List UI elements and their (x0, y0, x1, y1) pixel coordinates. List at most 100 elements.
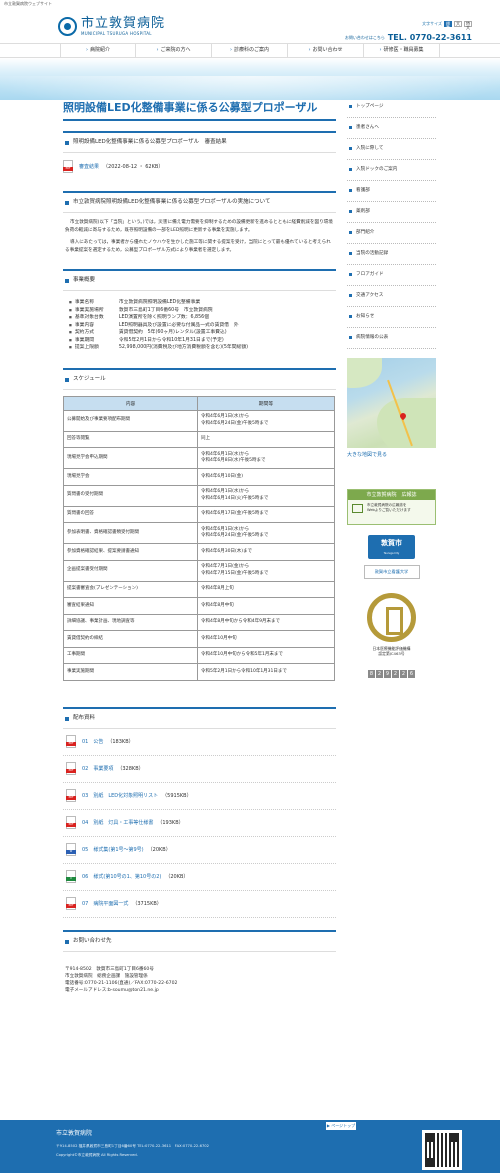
download-item: 07 病院平面図一式 （3715KB） (63, 891, 336, 918)
font-size-switcher: 文字サイズ 標準 大 特大 (422, 21, 472, 30)
download-link[interactable]: 03 別紙 LED化対象照明リスト (82, 792, 158, 799)
tsuruga-city-banner[interactable]: 敦賀市 Tsuruga City (368, 535, 415, 559)
schedule-period: 令和4年6月1日(水)から 令和4年6月8日(水)午後5時まで (197, 447, 335, 469)
sidebar-item[interactable]: 看護部 (347, 181, 436, 202)
map-land (377, 398, 436, 448)
overview-value: 敦賀市三島町1丁目6番60号 市立敦賀病院 (118, 307, 213, 313)
download-size: （5915KB） (162, 793, 192, 799)
schedule-content: 現場見学会申込期間 (63, 447, 198, 469)
kouhou-text: 市立敦賀病院の広報誌を Webよりご覧いただけます (367, 503, 411, 513)
counter-digit: 9 (384, 670, 391, 678)
sidebar-item[interactable]: お知らせ (347, 307, 436, 328)
schedule-period: 令和4年6月1日(水)から 令和4年6月24日(金)午後5時まで (197, 522, 335, 544)
overview-label: 事業実施場所 (74, 307, 104, 313)
result-file-row: 審査結果 （2022-08-12 ・ 62KB） (63, 153, 336, 179)
schedule-period: 令和5年2月1日から令和10年1月31日まで (197, 663, 335, 681)
download-link[interactable]: 01 公告 (82, 738, 103, 745)
sidebar-item[interactable]: 薬剤部 (347, 202, 436, 223)
table-row: 現場見学会申込期間 令和4年6月1日(水)から 令和4年6月8日(水)午後5時まで (63, 447, 335, 469)
schedule-content: 賃貸借契約の締結 (63, 630, 198, 648)
period-line: 令和4年6月30日(木)まで (201, 548, 252, 554)
period-line: 令和4年8月上旬 (201, 586, 234, 591)
access-map[interactable] (347, 358, 436, 448)
download-item: 05 様式集(第1号～第9号)（20KB） (63, 837, 336, 864)
period-line: 令和4年6月8日(水)午後5時まで (201, 458, 266, 463)
sidebar-menu: トップページ 患者さんへ 入院に際して 入院ドックのご案内 看護部 薬剤部 部門紹介 当院の活… (347, 97, 436, 349)
sidebar-item[interactable]: 部門紹介 (347, 223, 436, 244)
schedule-period: 令和4年8月上旬 (197, 580, 335, 598)
schedule-content: 回答等閲覧 (63, 430, 198, 448)
overview-label: 基準対象台数 (74, 315, 104, 320)
tel-number[interactable]: TEL. 0770-22-3611 (388, 33, 472, 42)
university-banner[interactable]: 敦賀市立看護大学 (363, 565, 420, 579)
sidebar-item[interactable]: フロアガイド (347, 265, 436, 286)
period-line: 同上 (201, 436, 210, 441)
nav-about[interactable]: 病院紹介 (60, 44, 136, 57)
site-name: 市立敦賀病院 (81, 16, 166, 31)
schedule-period: 令和4年6月17日(金)午後5時まで (197, 505, 335, 523)
jcqhc-text: 日本医療機能評価機構 認定第JC463号 (347, 646, 436, 656)
global-nav: 病院紹介 ご来院の方へ 診療科のご案内 お問い合わせ 研修医・職員募集 (0, 43, 500, 58)
sidebar-item[interactable]: 病院情報の公表 (347, 328, 436, 349)
contact-line: 電話番号:0770-21-1106(直通)／FAX:0770-22-6702 (65, 980, 178, 986)
overview-value: 賃貸借契約 5年(60ヶ月)レンタル(設置工事費込) (118, 330, 227, 335)
kouhou-banner[interactable]: 市立敦賀病院 広報誌 市立敦賀病院の広報誌を Webよりご覧いただけます (347, 489, 436, 525)
nav-departments[interactable]: 診療科のご案内 (212, 44, 288, 57)
period-line: 令和4年8月中旬 (201, 602, 234, 608)
sidebar-item[interactable]: 当院の活動記録 (347, 244, 436, 265)
download-size: （20KB） (147, 847, 171, 853)
schedule-period: 令和4年10月中旬から令和5年1月末まで (197, 646, 335, 664)
table-header: 内容 (63, 395, 198, 411)
table-row: 事業実施期間 令和5年2月1日から令和10年1月31日まで (63, 663, 335, 681)
period-line: 令和4年6月10日(金) (201, 473, 243, 479)
nav-visitors[interactable]: ご来院の方へ (136, 44, 212, 57)
pdf-icon (66, 789, 76, 802)
download-size: （193KB） (157, 820, 184, 826)
download-link[interactable]: 06 様式(第10号の1、第10号の2) (82, 873, 161, 880)
font-size-standard-button[interactable]: 標準 (444, 21, 452, 30)
result-section: 照明設備LED化整備事業に係る公募型プロポーザル 審査結果 審査結果 （2022… (63, 131, 336, 179)
download-link[interactable]: 04 別紙 灯具・工事等仕様書 (82, 819, 153, 826)
sidebar-item[interactable]: 患者さんへ (347, 118, 436, 139)
counter-digit: 2 (400, 670, 407, 678)
site-topline: 市立敦賀病院ウェブサイト (4, 1, 52, 6)
schedule-period: 令和4年6月1日(水)から 令和4年6月24日(金)午後5時まで (197, 409, 335, 432)
table-row: 詳細協議、事業計画、現地調査等 令和4年8月中旬から令和4年9月末まで (63, 613, 335, 631)
schedule-period: 令和4年6月1日(水)から 令和4年6月14日(火)午後5時まで (197, 484, 335, 507)
period-line: 令和4年6月14日(火)午後5時まで (201, 495, 269, 501)
period-line: 令和4年6月17日(金)午後5時まで (201, 511, 269, 516)
implement-section: 市立敦賀病院照明設備LED化整備事業に係る公募型プロポーザルの実施について 市立… (63, 191, 336, 259)
sidebar-item[interactable]: 入院ドックのご案内 (347, 160, 436, 181)
paragraph: 導入にあたっては，事業者から優れたノウハウを生かした施工等に関する提案を受け，当… (65, 240, 331, 253)
section-heading: 事業概要 (63, 269, 336, 291)
word-icon (66, 843, 76, 856)
download-list: 01 公告 （183KB） 02 事業要項 （328KB） 03 別紙 LED化対象照明… (63, 729, 336, 918)
download-link[interactable]: 07 病院平面図一式 (82, 900, 128, 907)
download-link[interactable]: 05 様式集(第1号～第9号) (82, 846, 144, 853)
download-link[interactable]: 02 事業要項 (82, 765, 113, 772)
site-logo[interactable]: 市立敦賀病院 MUNICIPAL TSURUGA HOSPITAL (58, 17, 165, 36)
overview-label: 提案上限額 (74, 345, 99, 350)
city-name: 敦賀市 (381, 539, 402, 547)
contact-line[interactable]: 電子メールアドレス:b-soumu@ton21.ne.jp (65, 987, 336, 994)
nav-recruit[interactable]: 研修医・職員募集 (364, 44, 440, 57)
schedule-period: 同上 (197, 430, 335, 448)
font-size-xlarge-button[interactable]: 特大 (464, 21, 472, 30)
sidebar-item[interactable]: 交通アクセス (347, 286, 436, 307)
sidebar-item[interactable]: トップページ (347, 97, 436, 118)
table-row: 参加資格確認結果、提案要請書通知 令和4年6月30日(木)まで (63, 543, 335, 561)
footer-address: 〒914-8502 福井県敦賀市三島町1丁目6番60号 TEL:0770-22-… (56, 1144, 209, 1148)
section-heading: 照明設備LED化整備事業に係る公募型プロポーザル 審査結果 (63, 131, 336, 153)
result-link[interactable]: 審査結果 (79, 163, 99, 170)
map-link[interactable]: 大きな地図で見る (347, 451, 436, 458)
sidebar-item[interactable]: 入院に際して (347, 139, 436, 160)
footer: ▶ ページトップ 市立敦賀病院 〒914-8502 福井県敦賀市三島町1丁目6番… (0, 1120, 500, 1173)
schedule-content: 提案書審査会(プレゼンテーション) (63, 580, 198, 598)
page-top-button[interactable]: ▶ ページトップ (326, 1122, 356, 1130)
table-row: 現場見学会 令和4年6月10日(金) (63, 468, 335, 486)
font-size-large-button[interactable]: 大 (454, 21, 462, 27)
schedule-content: 企画提案書受付期間 (63, 559, 198, 582)
nav-contact[interactable]: お問い合わせ (288, 44, 364, 57)
jcqhc-seal-icon[interactable] (367, 593, 416, 642)
page: 市立敦賀病院ウェブサイト 市立敦賀病院 MUNICIPAL TSURUGA HO… (0, 0, 500, 1173)
